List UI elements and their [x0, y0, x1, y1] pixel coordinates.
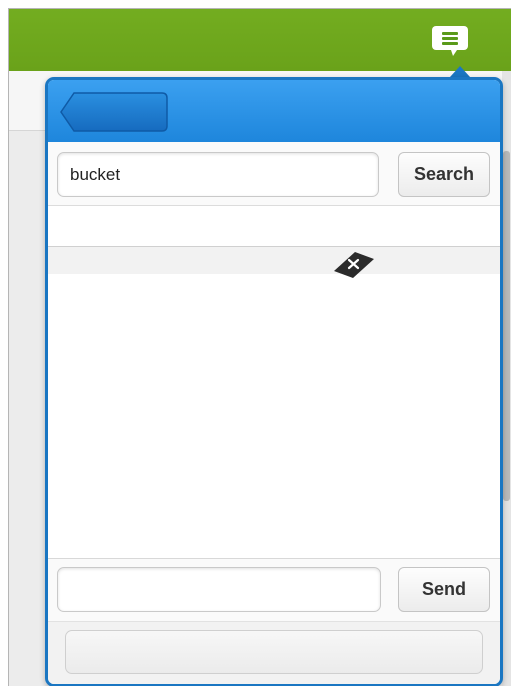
scrollbar-thumb[interactable] [503, 151, 510, 501]
search-row: Search [48, 142, 500, 206]
popup-pointer [450, 66, 470, 77]
chat-popup: Search Send [45, 77, 503, 686]
page-scrollbar[interactable] [502, 71, 511, 686]
footer-row [48, 621, 500, 684]
app-header [9, 9, 511, 71]
browser-frame: Search Send [8, 8, 511, 686]
message-input[interactable] [57, 567, 381, 612]
results-list [48, 206, 500, 558]
close-x-icon[interactable] [331, 249, 377, 279]
popup-header [48, 80, 500, 142]
search-input[interactable] [57, 152, 379, 197]
status-bar [65, 630, 483, 674]
compose-row: Send [48, 558, 500, 621]
back-button[interactable] [60, 92, 168, 132]
back-arrow-icon [60, 92, 168, 132]
send-button[interactable]: Send [398, 567, 490, 612]
chat-bubble-lines-icon[interactable] [431, 25, 469, 57]
search-button[interactable]: Search [398, 152, 490, 197]
list-item[interactable] [48, 247, 500, 274]
